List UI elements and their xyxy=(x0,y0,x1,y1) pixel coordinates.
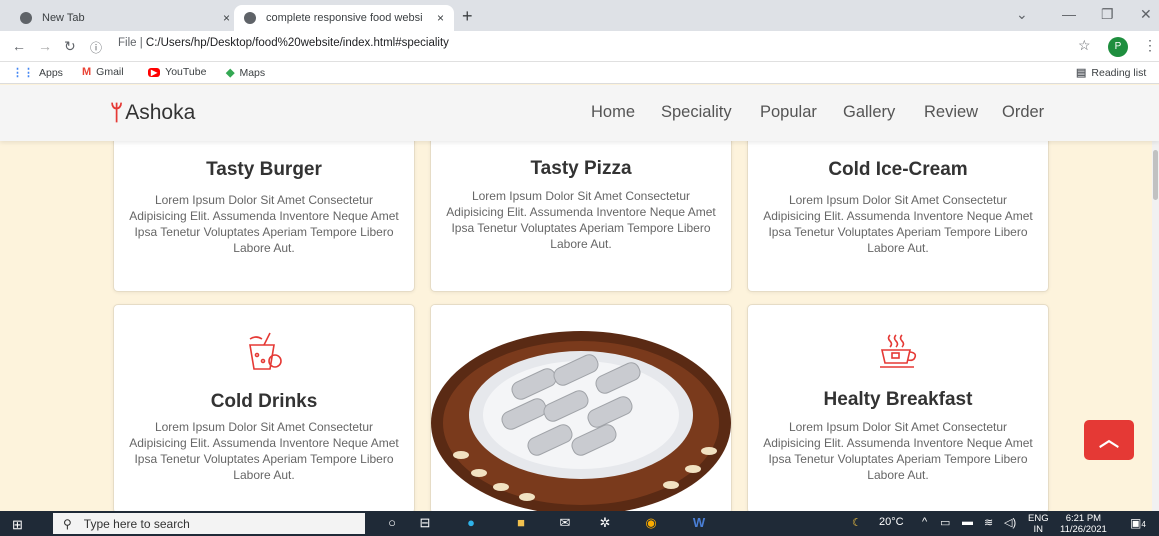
language-indicator[interactable]: ENG IN xyxy=(1028,513,1049,535)
card-text: Lorem Ipsum Dolor Sit Amet Consectetur A… xyxy=(129,193,399,255)
scrollbar-thumb[interactable] xyxy=(1153,150,1158,200)
site-header: ᛘ Ashoka Home Speciality Popular Gallery… xyxy=(0,85,1159,141)
search-icon: ⚲ xyxy=(63,516,72,531)
edge-icon[interactable]: ● xyxy=(462,515,480,532)
mail-icon[interactable]: ✉ xyxy=(556,515,574,532)
card-text: Lorem Ipsum Dolor Sit Amet Consectetur A… xyxy=(763,193,1033,255)
card-title: Tasty Pizza xyxy=(530,158,632,179)
close-icon[interactable]: × xyxy=(223,11,230,25)
taskbar-clock[interactable]: 6:21 PM 11/26/2021 xyxy=(1060,513,1107,535)
minimize-icon[interactable]: — xyxy=(1062,6,1076,22)
settings-gear-icon[interactable]: ✲ xyxy=(596,515,614,532)
address-bar: ← → ↻ ⓘ File | C:/Users/hp/Desktop/food%… xyxy=(0,31,1159,62)
site-logo[interactable]: ᛘ Ashoka xyxy=(110,100,195,126)
page-scrollbar[interactable] xyxy=(1152,85,1159,511)
volume-icon[interactable]: ◁) xyxy=(1004,516,1016,529)
url-text: C:/Users/hp/Desktop/food%20website/index… xyxy=(145,37,449,49)
tab-search-icon[interactable]: ⌄ xyxy=(1016,6,1028,23)
tray-chevron-icon[interactable]: ^ xyxy=(922,516,927,528)
windows-taskbar: ⊞ ⚲ Type here to search ○ ⊟ ● ■ ✉ ✲ ◉ W … xyxy=(0,511,1159,536)
reload-icon[interactable]: ↻ xyxy=(64,38,76,55)
cold-drink-icon xyxy=(114,331,414,378)
window-close-icon[interactable]: ✕ xyxy=(1140,6,1152,23)
info-icon[interactable]: ⓘ xyxy=(90,39,102,56)
url-prefix: File xyxy=(118,37,137,49)
battery-icon[interactable]: ▬ xyxy=(962,516,973,528)
card-cold-ice-cream: Cold Ice-Cream Lorem Ipsum Dolor Sit Ame… xyxy=(747,118,1049,292)
nav-home[interactable]: Home xyxy=(591,103,635,122)
bookmark-gmail[interactable]: M Gmail xyxy=(82,66,124,78)
card-title: Tasty Burger xyxy=(206,159,322,180)
card-title: Cold Drinks xyxy=(210,391,318,412)
card-text: Lorem Ipsum Dolor Sit Amet Consectetur A… xyxy=(763,420,1033,482)
notification-icon[interactable]: ▣4 xyxy=(1130,516,1146,530)
reading-list[interactable]: ▤ Reading list xyxy=(1076,66,1146,80)
new-tab-button[interactable]: + xyxy=(462,6,473,27)
nav-popular[interactable]: Popular xyxy=(760,103,817,122)
close-icon[interactable]: × xyxy=(437,11,444,25)
card-title: Cold Ice-Cream xyxy=(828,159,968,180)
sweets-plate-image xyxy=(431,305,731,513)
wifi-icon[interactable]: ≋ xyxy=(984,516,993,529)
windows-start-icon[interactable]: ⊞ xyxy=(12,517,23,533)
network-icon[interactable]: ▭ xyxy=(940,516,950,529)
bookmark-maps[interactable]: ◆ Maps xyxy=(226,66,265,80)
taskbar-search-input[interactable]: ⚲ Type here to search xyxy=(53,513,365,534)
chrome-taskbar-icon[interactable]: ◉ xyxy=(642,515,660,532)
browser-tab-bar: New Tab × complete responsive food websi… xyxy=(0,0,1159,31)
youtube-icon: ▶ xyxy=(148,67,161,77)
card-tasty-burger: Tasty Burger Lorem Ipsum Dolor Sit Amet … xyxy=(113,118,415,292)
bookmark-apps[interactable]: ⋮⋮ Apps xyxy=(12,66,63,80)
bookmarks-bar: ⋮⋮ Apps M Gmail ▶ YouTube ◆ Maps ▤ Readi… xyxy=(0,62,1159,84)
nav-order[interactable]: Order xyxy=(1002,103,1044,122)
profile-avatar[interactable]: P xyxy=(1108,37,1128,57)
maps-icon: ◆ xyxy=(226,67,235,79)
tab-food-website[interactable]: complete responsive food websi × xyxy=(234,5,454,31)
nav-review[interactable]: Review xyxy=(924,103,978,122)
tab-title: complete responsive food websi xyxy=(266,12,423,24)
tea-cup-icon xyxy=(748,333,1048,376)
menu-kebab-icon[interactable]: ⋮ xyxy=(1143,37,1157,54)
bookmark-youtube[interactable]: ▶ YouTube xyxy=(148,66,206,78)
file-explorer-icon[interactable]: ■ xyxy=(512,515,530,532)
weather-text[interactable]: 20°C xyxy=(879,516,904,528)
maximize-icon[interactable]: ❐ xyxy=(1101,6,1114,23)
card-text: Lorem Ipsum Dolor Sit Amet Consectetur A… xyxy=(129,420,399,482)
word-icon[interactable]: W xyxy=(690,515,708,532)
card-title: Healty Breakfast xyxy=(823,389,973,410)
url-field[interactable]: File | C:/Users/hp/Desktop/food%20websit… xyxy=(118,37,449,49)
chrome-icon xyxy=(20,12,32,24)
moon-weather-icon: ☾ xyxy=(852,517,862,529)
utensils-icon: ᛘ xyxy=(110,100,124,125)
card-tasty-pizza: Tasty Pizza Lorem Ipsum Dolor Sit Amet C… xyxy=(430,118,732,292)
apps-grid-icon: ⋮⋮ xyxy=(12,67,34,79)
tab-title: New Tab xyxy=(42,12,85,24)
card-sweets-image xyxy=(430,304,732,514)
cortana-icon[interactable]: ○ xyxy=(383,515,401,532)
forward-icon[interactable]: → xyxy=(38,38,52,54)
card-cold-drinks: Cold Drinks Lorem Ipsum Dolor Sit Amet C… xyxy=(113,304,415,514)
nav-gallery[interactable]: Gallery xyxy=(843,103,895,122)
bookmark-star-icon[interactable]: ☆ xyxy=(1078,37,1091,54)
tab-new-tab[interactable]: New Tab × xyxy=(10,5,240,31)
card-healty-breakfast: Healty Breakfast Lorem Ipsum Dolor Sit A… xyxy=(747,304,1049,514)
back-icon[interactable]: ← xyxy=(12,38,26,54)
chevron-up-icon: ︿ xyxy=(1099,429,1119,451)
task-view-icon[interactable]: ⊟ xyxy=(416,515,434,532)
scroll-to-top-button[interactable]: ︿ xyxy=(1084,420,1134,460)
reading-list-icon: ▤ xyxy=(1076,67,1087,79)
globe-icon xyxy=(244,12,256,24)
card-text: Lorem Ipsum Dolor Sit Amet Consectetur A… xyxy=(446,189,716,251)
gmail-icon: M xyxy=(82,66,92,78)
nav-speciality[interactable]: Speciality xyxy=(661,103,732,122)
